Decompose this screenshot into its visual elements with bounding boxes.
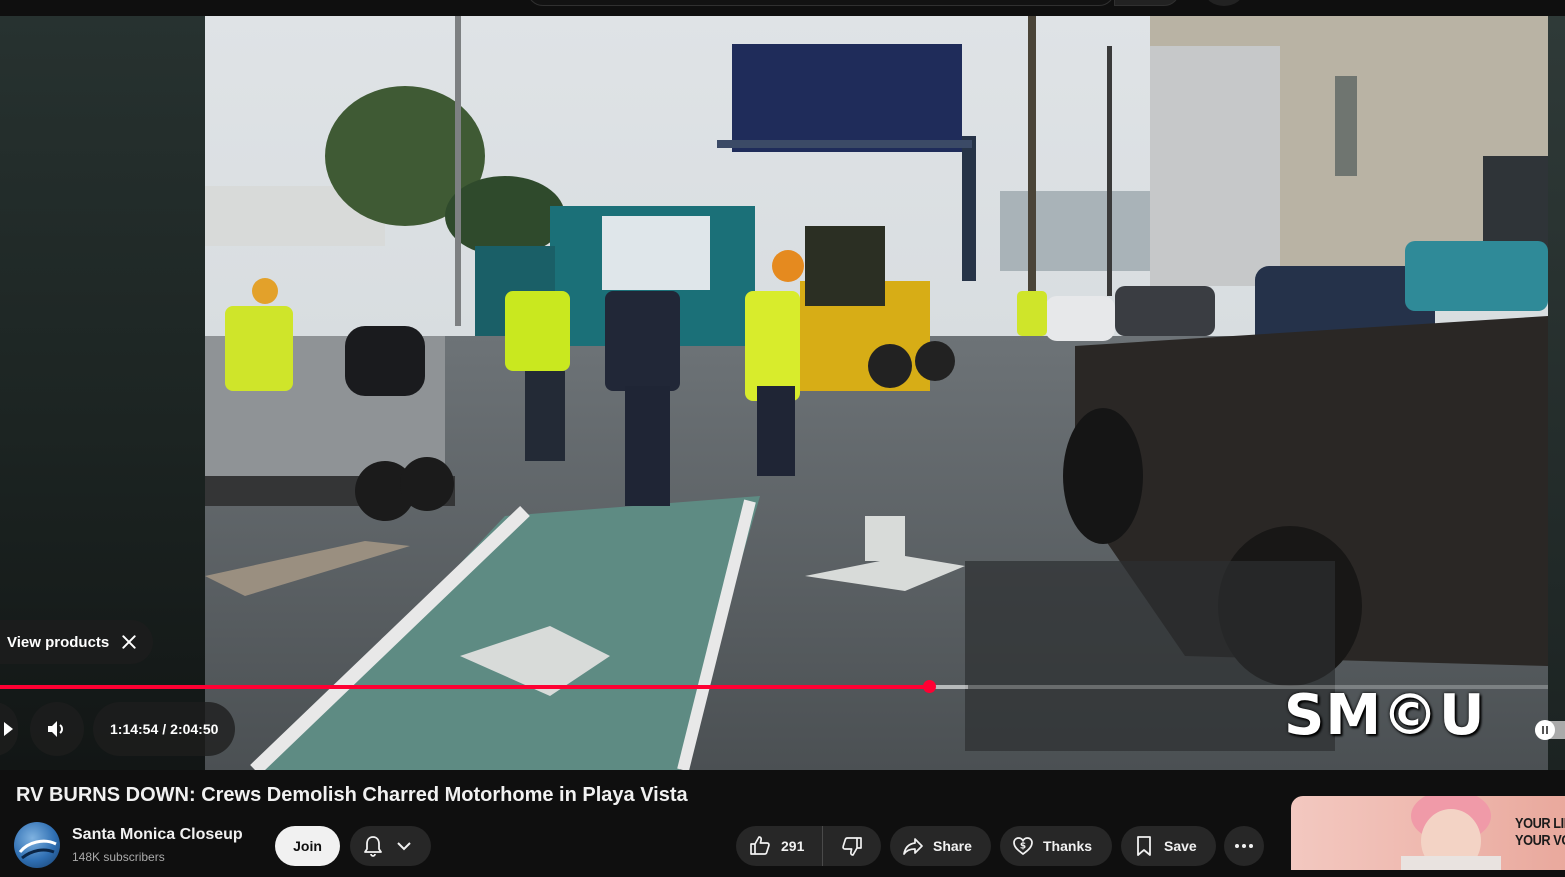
voice-search-button[interactable] <box>1204 0 1244 6</box>
channel-watermark: SM©U <box>1284 683 1486 748</box>
video-player[interactable]: View products 1:14:54 / 2:04:50 SM©U <box>0 16 1565 770</box>
save-label: Save <box>1164 838 1197 854</box>
time-display: 1:14:54 / 2:04:50 <box>93 702 236 756</box>
next-icon <box>4 722 13 736</box>
close-icon[interactable] <box>121 634 137 650</box>
video-frame[interactable] <box>205 16 1548 770</box>
masthead <box>0 0 1565 16</box>
save-button[interactable]: Save <box>1121 826 1216 866</box>
svg-text:$: $ <box>1020 842 1026 852</box>
share-label: Share <box>933 838 972 854</box>
view-products-button[interactable]: View products <box>0 620 154 664</box>
like-count: 291 <box>781 838 805 854</box>
thanks-label: Thanks <box>1043 838 1093 854</box>
subscriber-count: 148K subscribers <box>72 850 165 864</box>
view-products-label: View products <box>7 633 110 651</box>
ad-line-2: YOUR VOL <box>1515 832 1565 849</box>
ad-line-1: YOUR LIFE <box>1515 815 1565 832</box>
volume-half-icon <box>48 721 63 737</box>
time-separator: / <box>162 721 167 737</box>
dislike-button[interactable] <box>823 826 880 866</box>
notifications-button[interactable] <box>350 826 431 866</box>
video-scene <box>205 16 1548 770</box>
share-button[interactable]: Share <box>890 826 991 866</box>
progress-scrubber[interactable] <box>922 680 936 693</box>
thanks-button[interactable]: $ Thanks <box>1000 826 1112 866</box>
video-title-prefix: RV BURNS DOWN: <box>16 784 196 806</box>
duration: 2:04:50 <box>170 721 219 737</box>
like-button[interactable]: 291 <box>736 826 823 866</box>
thumbs-up-icon <box>750 836 770 855</box>
channel-name[interactable]: Santa Monica Closeup <box>72 826 243 844</box>
share-icon <box>903 838 923 855</box>
chevron-down-icon <box>397 842 411 851</box>
thumbs-down-icon <box>841 837 862 856</box>
more-actions-button[interactable] <box>1224 826 1264 866</box>
video-title-rest: Crews Demolish Charred Motorhome in Play… <box>195 784 688 806</box>
ad-headline: YOUR LIFE YOUR VOL <box>1515 815 1565 849</box>
current-time: 1:14:54 <box>110 721 159 737</box>
video-title: RV BURNS DOWN: Crews Demolish Charred Mo… <box>16 784 688 807</box>
more-horizontal-icon <box>1235 844 1253 848</box>
progress-played <box>0 685 929 689</box>
search-input[interactable] <box>527 0 1115 6</box>
thanks-heart-dollar-icon: $ <box>1013 837 1033 856</box>
autoplay-toggle[interactable] <box>1535 720 1565 740</box>
join-button[interactable]: Join <box>275 826 340 866</box>
search-button[interactable] <box>1114 0 1180 6</box>
video-ambient-right <box>1548 16 1565 770</box>
channel-logo <box>18 839 57 860</box>
channel-avatar[interactable] <box>14 822 60 868</box>
pause-icon <box>1535 720 1555 740</box>
like-dislike-group: 291 <box>736 826 881 866</box>
bell-icon <box>364 836 382 857</box>
bookmark-icon <box>1137 836 1151 856</box>
volume-button[interactable] <box>30 702 84 756</box>
